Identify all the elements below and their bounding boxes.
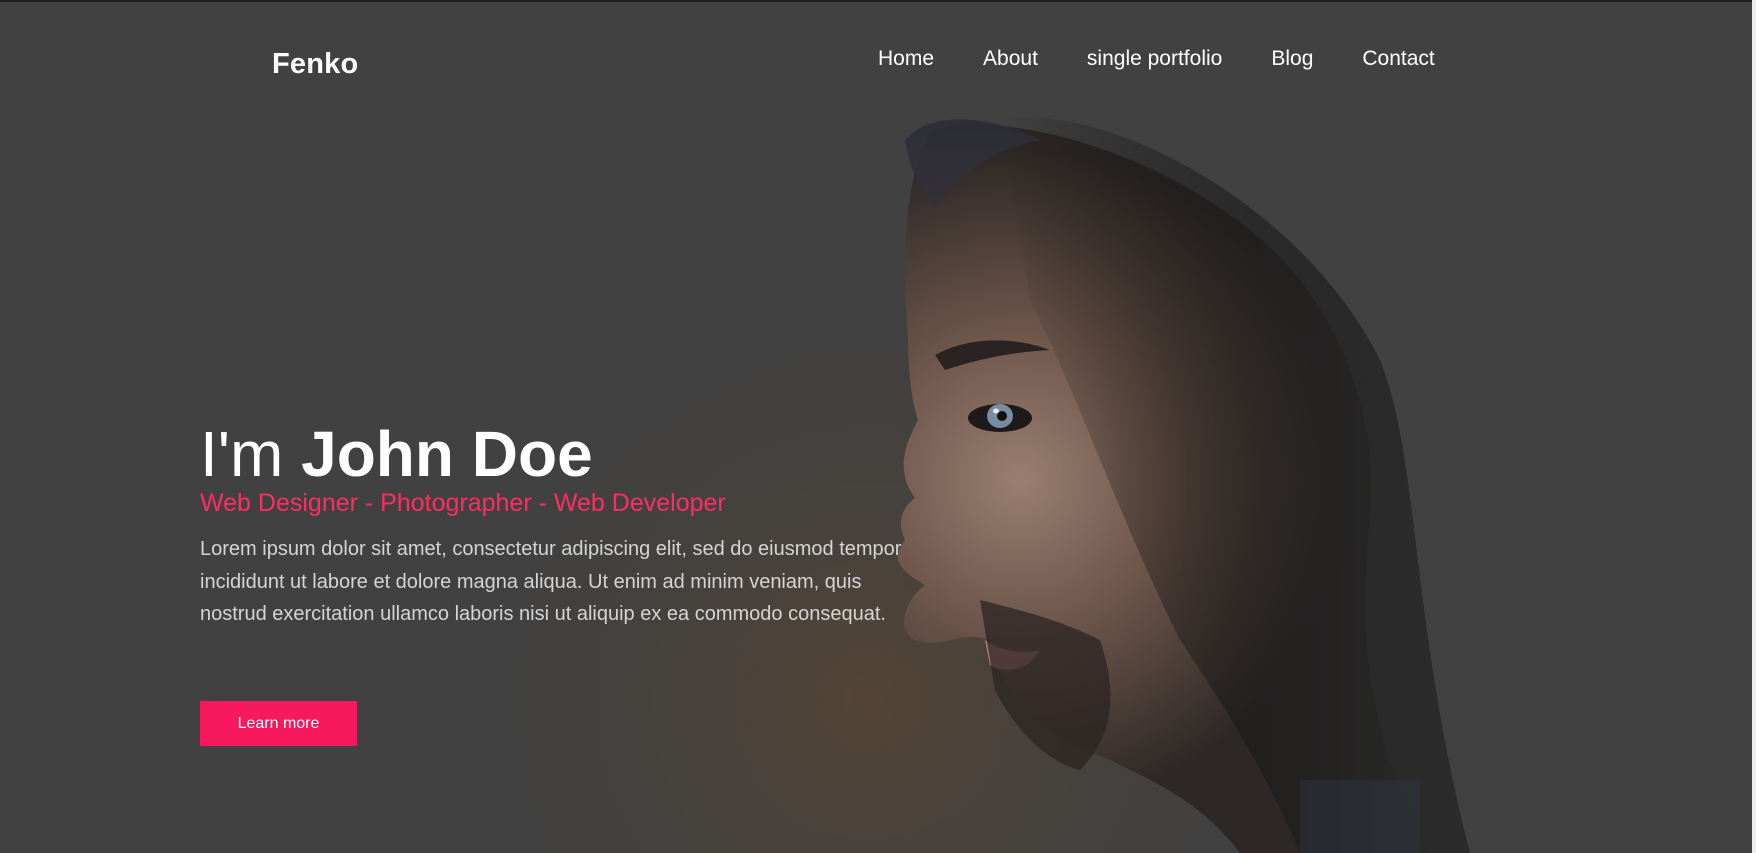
page: Fenko Home About single portfolio Blog C… <box>0 0 1756 853</box>
hero-headline: I'm John Doe <box>200 418 940 490</box>
nav-item-about[interactable]: About <box>983 47 1038 71</box>
nav-item-single-portfolio[interactable]: single portfolio <box>1087 47 1222 71</box>
site-logo[interactable]: Fenko <box>272 48 358 81</box>
hero-roles: Web Designer - Photographer - Web Develo… <box>200 489 726 517</box>
hero-content: I'm John Doe Web Designer - Photographer… <box>200 418 940 631</box>
hero-intro: Lorem ipsum dolor sit amet, consectetur … <box>200 538 902 625</box>
nav-item-contact[interactable]: Contact <box>1362 47 1434 71</box>
nav-item-home[interactable]: Home <box>878 47 934 71</box>
hero-name: John Doe <box>301 418 593 490</box>
learn-more-button[interactable]: Learn more <box>200 701 357 746</box>
main-nav: Home About single portfolio Blog Contact <box>878 47 1484 71</box>
nav-item-blog[interactable]: Blog <box>1271 47 1313 71</box>
hero-greeting: I'm <box>200 418 302 490</box>
scrollbar-edge <box>1752 0 1756 853</box>
